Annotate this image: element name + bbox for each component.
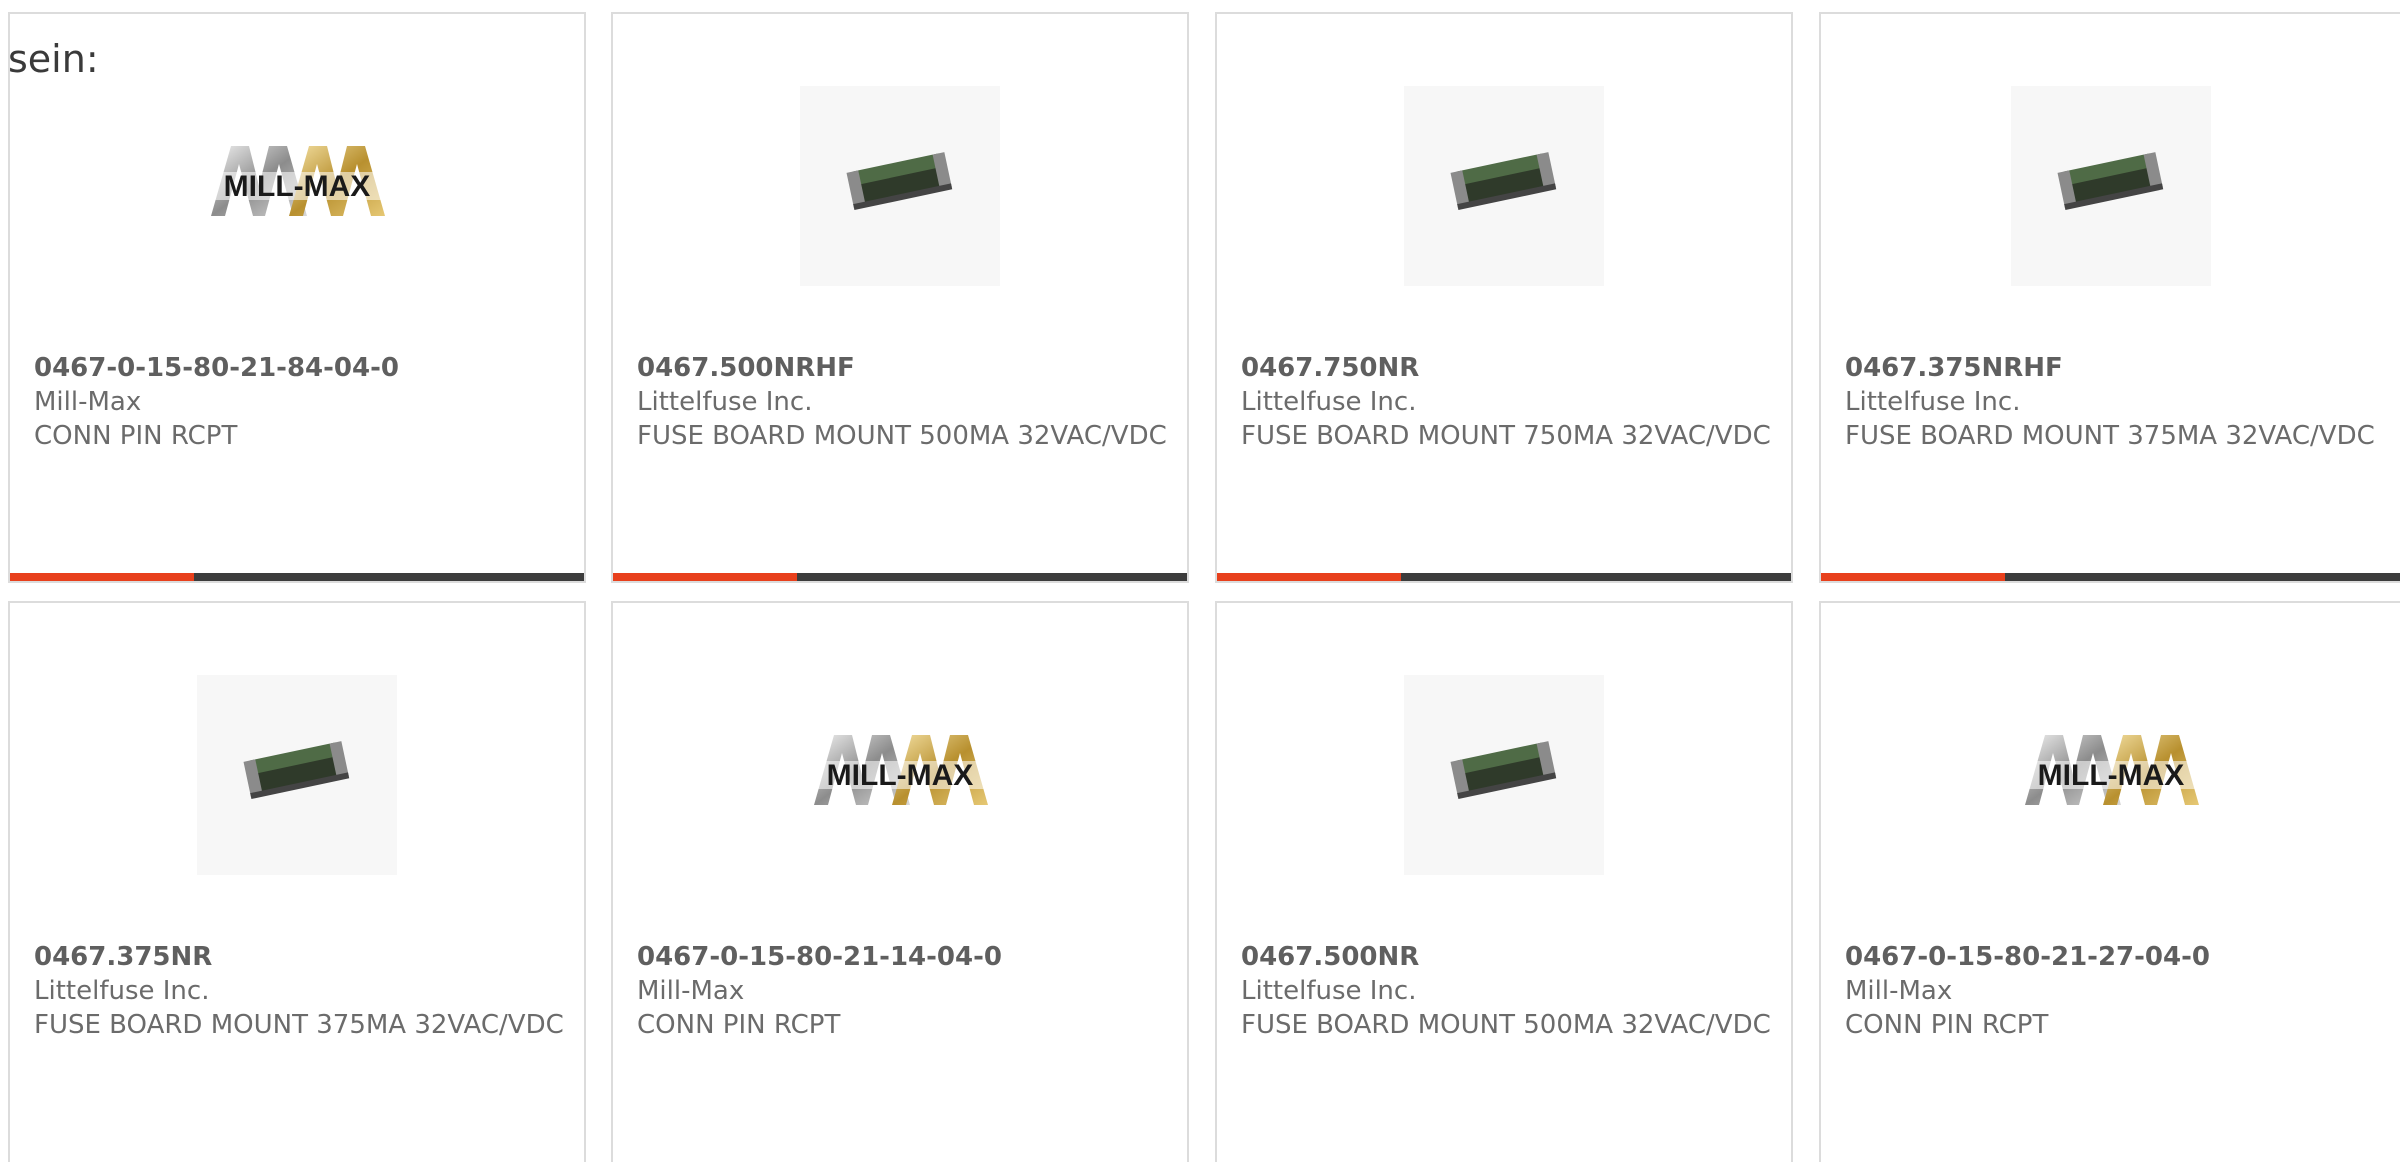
product-card[interactable]: MILL-MAX 0467-0-15-80-21-84-04-0 Mill-Ma… — [8, 12, 586, 583]
card-bar-accent — [10, 573, 194, 581]
card-bar-accent — [1217, 573, 1401, 581]
part-number: 0467.375NRHF — [1845, 353, 2063, 383]
manufacturer: Mill-Max — [34, 387, 142, 417]
manufacturer: Littelfuse Inc. — [1845, 387, 2021, 417]
smd-fuse-image — [1404, 86, 1604, 286]
logo-text: MILL-MAX — [2037, 759, 2184, 792]
logo-text: MILL-MAX — [827, 759, 974, 792]
card-bar — [1217, 573, 1791, 581]
description: FUSE BOARD MOUNT 375MA 32VAC/VDC — [34, 1010, 564, 1040]
product-info: 0467.500NR Littelfuse Inc. FUSE BOARD MO… — [1241, 940, 1771, 1042]
product-image — [2010, 86, 2211, 286]
product-info: 0467.750NR Littelfuse Inc. FUSE BOARD MO… — [1241, 351, 1771, 453]
product-card[interactable]: 0467.375NRHF Littelfuse Inc. FUSE BOARD … — [1819, 12, 2400, 583]
product-image: MILL-MAX — [2011, 675, 2211, 875]
product-info: 0467.375NR Littelfuse Inc. FUSE BOARD MO… — [34, 940, 564, 1042]
part-number: 0467.750NR — [1241, 353, 1420, 383]
product-card[interactable]: 0467.375NR Littelfuse Inc. FUSE BOARD MO… — [8, 601, 586, 1162]
manufacturer: Littelfuse Inc. — [637, 387, 813, 417]
manufacturer: Littelfuse Inc. — [1241, 976, 1417, 1006]
product-info: 0467-0-15-80-21-14-04-0 Mill-Max CONN PI… — [637, 940, 1167, 1042]
product-image: MILL-MAX — [800, 675, 1000, 875]
product-info: 0467-0-15-80-21-84-04-0 Mill-Max CONN PI… — [34, 351, 564, 453]
product-image: MILL-MAX — [197, 86, 397, 286]
manufacturer: Littelfuse Inc. — [1241, 387, 1417, 417]
card-bar — [613, 573, 1187, 581]
part-number: 0467.500NRHF — [637, 353, 855, 383]
description: FUSE BOARD MOUNT 375MA 32VAC/VDC — [1845, 421, 2375, 451]
mill-max-logo: MILL-MAX — [203, 146, 391, 216]
product-card[interactable]: 0467.500NR Littelfuse Inc. FUSE BOARD MO… — [1215, 601, 1793, 1162]
part-number: 0467-0-15-80-21-27-04-0 — [1845, 942, 2210, 972]
smd-fuse-image — [2010, 86, 2211, 286]
product-image — [1404, 675, 1604, 875]
product-info: 0467.375NRHF Littelfuse Inc. FUSE BOARD … — [1845, 351, 2380, 453]
product-info: 0467.500NRHF Littelfuse Inc. FUSE BOARD … — [637, 351, 1167, 453]
product-card[interactable]: 0467.750NR Littelfuse Inc. FUSE BOARD MO… — [1215, 12, 1793, 583]
card-bar-accent — [613, 573, 797, 581]
product-card[interactable]: MILL-MAX 0467-0-15-80-21-14-04-0 Mill-Ma… — [611, 601, 1189, 1162]
product-card[interactable]: MILL-MAX 0467-0-15-80-21-27-04-0 Mill-Ma… — [1819, 601, 2400, 1162]
description: FUSE BOARD MOUNT 750MA 32VAC/VDC — [1241, 421, 1771, 451]
card-bar — [10, 573, 584, 581]
card-bar-accent — [1821, 573, 2005, 581]
description: CONN PIN RCPT — [1845, 1010, 2049, 1040]
product-image — [1404, 86, 1604, 286]
part-number: 0467.375NR — [34, 942, 213, 972]
smd-fuse-image — [197, 675, 397, 875]
manufacturer: Mill-Max — [637, 976, 745, 1006]
description: FUSE BOARD MOUNT 500MA 32VAC/VDC — [1241, 1010, 1771, 1040]
product-info: 0467-0-15-80-21-27-04-0 Mill-Max CONN PI… — [1845, 940, 2380, 1042]
description: FUSE BOARD MOUNT 500MA 32VAC/VDC — [637, 421, 1167, 451]
description: CONN PIN RCPT — [34, 421, 238, 451]
manufacturer: Littelfuse Inc. — [34, 976, 210, 1006]
mill-max-logo: MILL-MAX — [806, 735, 994, 805]
smd-fuse-image — [800, 86, 1000, 286]
part-number: 0467.500NR — [1241, 942, 1420, 972]
logo-text: MILL-MAX — [224, 170, 371, 203]
description: CONN PIN RCPT — [637, 1010, 841, 1040]
intro-text: sein: — [8, 37, 99, 81]
product-image — [197, 675, 397, 875]
part-number: 0467-0-15-80-21-14-04-0 — [637, 942, 1002, 972]
product-image — [800, 86, 1000, 286]
mill-max-logo: MILL-MAX — [2016, 735, 2205, 805]
product-grid: MILL-MAX 0467-0-15-80-21-84-04-0 Mill-Ma… — [8, 12, 2400, 1162]
part-number: 0467-0-15-80-21-84-04-0 — [34, 353, 399, 383]
manufacturer: Mill-Max — [1845, 976, 1953, 1006]
smd-fuse-image — [1404, 675, 1604, 875]
product-card[interactable]: 0467.500NRHF Littelfuse Inc. FUSE BOARD … — [611, 12, 1189, 583]
card-bar — [1821, 573, 2400, 581]
